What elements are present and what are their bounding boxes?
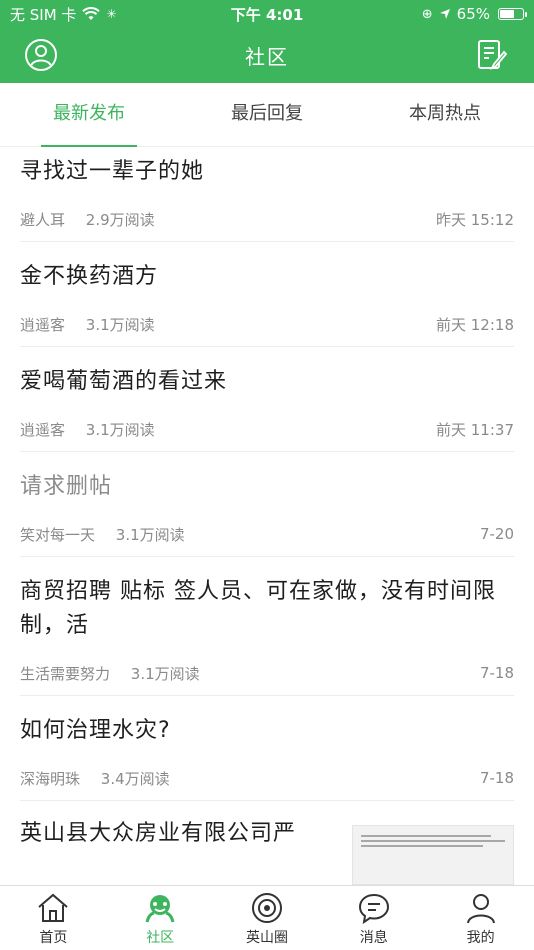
- post-author: 生活需要努力: [20, 664, 111, 683]
- nav-label: 消息: [359, 930, 388, 946]
- post-list: 寻找过一辈子的她 避人耳 2.9万阅读 昨天 15:12 金不换药酒方 逍遥客 …: [0, 147, 534, 885]
- page-title: 社区: [245, 45, 289, 69]
- message-icon: [358, 893, 389, 924]
- post-meta: 避人耳 2.9万阅读 昨天 15:12: [20, 197, 514, 241]
- post-item[interactable]: 金不换药酒方 逍遥客 3.1万阅读 前天 12:18: [20, 242, 514, 347]
- status-right: ⊕ 65%: [421, 5, 527, 23]
- nav-community[interactable]: 社区: [107, 886, 214, 950]
- nav-label: 我的: [466, 930, 495, 946]
- compose-button[interactable]: [476, 38, 508, 72]
- battery-percent: 65%: [456, 5, 490, 23]
- post-meta: 逍遥客 3.1万阅读 前天 11:37: [20, 407, 514, 451]
- post-author: 逍遥客: [20, 420, 66, 439]
- nav-messages[interactable]: 消息: [320, 886, 427, 950]
- orientation-lock-icon: ⊕: [421, 6, 433, 22]
- bottom-nav: 首页 社区 英山圈 消息 我的: [0, 885, 534, 950]
- location-arrow-icon: [439, 9, 450, 19]
- post-meta: 生活需要努力 3.1万阅读 7-18: [20, 651, 514, 695]
- post-reads: 3.1万阅读: [115, 525, 185, 544]
- post-title: 商贸招聘 贴标 签人员、可在家做，没有时间限制，活: [20, 579, 496, 638]
- post-time: 7-18: [479, 769, 514, 787]
- compose-icon: [478, 40, 508, 71]
- post-title: 请求删帖: [20, 474, 113, 499]
- battery-fill: [500, 10, 514, 18]
- post-time: 7-18: [479, 664, 514, 682]
- post-item[interactable]: 寻找过一辈子的她 避人耳 2.9万阅读 昨天 15:12: [20, 147, 514, 242]
- post-title: 金不换药酒方: [20, 264, 159, 289]
- post-item[interactable]: 如何治理水灾? 深海明珠 3.4万阅读 7-18: [20, 696, 514, 801]
- post-author: 逍遥客: [20, 315, 66, 334]
- tab-weekly-hot[interactable]: 本周热点: [356, 83, 534, 147]
- post-author: 避人耳: [20, 210, 66, 229]
- post-time: 7-20: [479, 525, 514, 543]
- community-icon: [145, 895, 175, 923]
- post-time: 前天 12:18: [436, 315, 514, 334]
- post-time: 前天 11:37: [436, 420, 514, 439]
- post-reads: 3.1万阅读: [130, 664, 200, 683]
- nav-profile[interactable]: 我的: [427, 886, 534, 950]
- post-title: 爱喝葡萄酒的看过来: [20, 369, 228, 394]
- post-meta: 逍遥客 3.1万阅读 前天 12:18: [20, 302, 514, 346]
- user-profile-button[interactable]: [24, 38, 58, 72]
- post-item[interactable]: 英山县大众房业有限公司严: [20, 801, 514, 885]
- post-item[interactable]: 爱喝葡萄酒的看过来 逍遥客 3.1万阅读 前天 11:37: [20, 347, 514, 452]
- nav-home[interactable]: 首页: [0, 886, 107, 950]
- post-author: 深海明珠: [20, 769, 81, 788]
- app-header: 社区: [0, 28, 534, 83]
- nav-label: 首页: [39, 930, 68, 946]
- post-reads: 2.9万阅读: [85, 210, 155, 229]
- user-profile-icon: [25, 39, 57, 71]
- nav-label: 社区: [146, 930, 175, 946]
- post-meta: 深海明珠 3.4万阅读 7-18: [20, 756, 514, 800]
- battery-icon: [498, 8, 527, 20]
- post-reads: 3.4万阅读: [100, 769, 170, 788]
- post-thumbnail: [352, 825, 514, 885]
- tab-bar: 最新发布 最后回复 本周热点: [0, 83, 534, 147]
- carrier-label: 无 SIM 卡: [10, 5, 77, 24]
- tab-latest[interactable]: 最新发布: [0, 83, 178, 147]
- tab-last-reply[interactable]: 最后回复: [178, 83, 356, 147]
- post-author: 笑对每一天: [20, 525, 96, 544]
- post-item[interactable]: 商贸招聘 贴标 签人员、可在家做，没有时间限制，活 生活需要努力 3.1万阅读 …: [20, 557, 514, 696]
- post-title: 寻找过一辈子的她: [20, 159, 205, 184]
- wifi-icon: [82, 7, 101, 20]
- post-title: 英山县大众房业有限公司严: [20, 821, 297, 846]
- circle-icon: [251, 893, 282, 923]
- loading-icon: ✳: [106, 7, 117, 21]
- post-reads: 3.1万阅读: [85, 420, 155, 439]
- nav-circle[interactable]: 英山圈: [214, 886, 321, 950]
- nav-label: 英山圈: [245, 930, 288, 946]
- post-reads: 3.1万阅读: [85, 315, 155, 334]
- post-time: 昨天 15:12: [436, 210, 514, 229]
- status-left: 无 SIM 卡 ✳: [10, 4, 117, 25]
- home-icon: [38, 893, 69, 922]
- post-item[interactable]: 请求删帖 笑对每一天 3.1万阅读 7-20: [20, 452, 514, 557]
- status-bar: 无 SIM 卡 ✳ 下午 4:01 ⊕ 65%: [0, 0, 534, 28]
- post-meta: 笑对每一天 3.1万阅读 7-20: [20, 512, 514, 556]
- post-title: 如何治理水灾?: [20, 718, 171, 743]
- profile-icon: [466, 894, 495, 924]
